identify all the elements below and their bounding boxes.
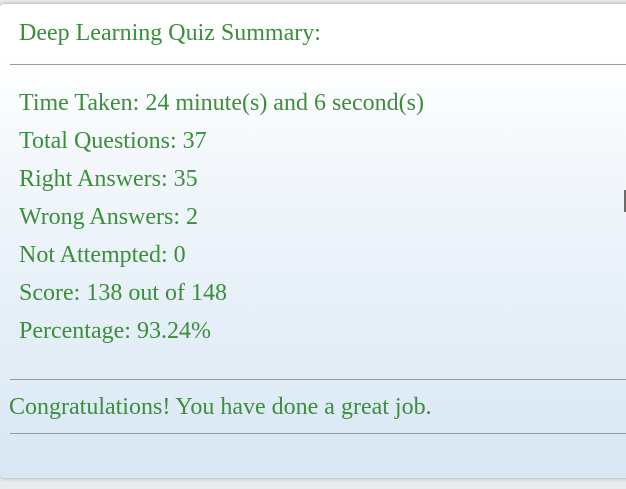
stat-score: Score: 138 out of 148 bbox=[19, 280, 227, 306]
message-bottom-divider bbox=[10, 433, 626, 434]
summary-stats-list: Time Taken: 24 minute(s) and 6 second(s)… bbox=[19, 84, 424, 350]
stat-right-answers: Right Answers: 35 bbox=[19, 166, 198, 192]
congratulations-message: Congratulations! You have done a great j… bbox=[9, 394, 432, 420]
title-divider bbox=[10, 64, 626, 65]
summary-title: Deep Learning Quiz Summary: bbox=[19, 20, 321, 46]
stat-wrong-answers: Wrong Answers: 2 bbox=[19, 204, 199, 230]
stat-time-taken: Time Taken: 24 minute(s) and 6 second(s) bbox=[19, 90, 424, 116]
stat-total-questions: Total Questions: 37 bbox=[19, 128, 207, 154]
quiz-summary-panel: Deep Learning Quiz Summary: Time Taken: … bbox=[0, 4, 626, 478]
stat-not-attempted: Not Attempted: 0 bbox=[19, 242, 186, 268]
message-top-divider bbox=[10, 379, 626, 380]
stat-percentage: Percentage: 93.24% bbox=[19, 318, 211, 344]
